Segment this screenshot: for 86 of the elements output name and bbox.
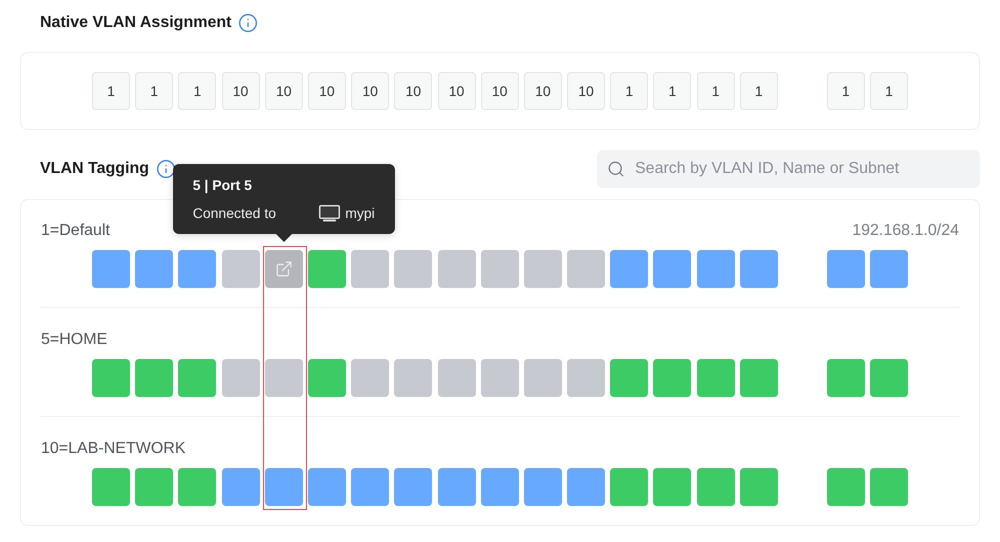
section-title: Native VLAN Assignment <box>40 13 232 33</box>
port-tile[interactable] <box>438 468 476 506</box>
port-tile[interactable] <box>351 250 390 288</box>
port-tile[interactable] <box>351 359 390 397</box>
port-tile[interactable] <box>264 359 303 397</box>
subnet-text: 192.168.1.0/24 <box>852 221 959 241</box>
port-tile[interactable] <box>870 359 908 397</box>
native-vlan-selector[interactable]: 10 <box>567 72 606 110</box>
port-tile[interactable] <box>222 468 260 506</box>
port-tile[interactable] <box>740 359 778 397</box>
port-tile[interactable] <box>524 359 562 397</box>
port-tile[interactable] <box>178 250 216 288</box>
port-tile[interactable] <box>178 359 216 397</box>
port-tile[interactable] <box>438 250 476 288</box>
port-tile[interactable] <box>653 359 692 397</box>
search-icon <box>607 160 625 178</box>
search-field[interactable]: Search by VLAN ID, Name or Subnet <box>597 150 980 188</box>
port-tile[interactable] <box>653 468 692 506</box>
native-vlan-selector[interactable]: 1 <box>92 72 130 110</box>
port-tile[interactable] <box>222 359 260 397</box>
port-tile[interactable] <box>92 468 130 506</box>
native-vlan-selector[interactable]: 1 <box>610 72 648 110</box>
native-vlan-selector[interactable]: 10 <box>524 72 562 110</box>
native-vlan-selector[interactable]: 1 <box>826 72 865 110</box>
port-tile[interactable] <box>135 359 174 397</box>
port-tile[interactable] <box>826 359 865 397</box>
port-tile[interactable] <box>480 359 519 397</box>
native-vlan-selector[interactable]: 1 <box>740 72 778 110</box>
port-tile[interactable] <box>394 359 432 397</box>
port-tile[interactable] <box>222 250 260 288</box>
port-tile[interactable] <box>308 250 346 288</box>
vlan-name: 10=LAB-NETWORK <box>41 439 186 459</box>
port-tile[interactable] <box>308 468 346 506</box>
port-tile[interactable] <box>826 250 865 288</box>
info-icon[interactable] <box>156 159 176 179</box>
port-tile[interactable] <box>92 359 130 397</box>
native-vlan-selector[interactable]: 10 <box>264 72 303 110</box>
section-title: VLAN Tagging <box>40 159 150 179</box>
port-tile[interactable] <box>135 468 174 506</box>
port-tile[interactable] <box>696 468 735 506</box>
port-tile[interactable] <box>870 468 908 506</box>
native-vlan-selector[interactable]: 10 <box>480 72 519 110</box>
port-tile[interactable] <box>92 250 130 288</box>
port-tile[interactable] <box>696 250 735 288</box>
vlan-name: 5=HOME <box>41 330 108 350</box>
port-tile[interactable] <box>653 250 692 288</box>
native-vlan-selector[interactable]: 10 <box>222 72 260 110</box>
monitor-icon <box>319 204 340 222</box>
port-tile[interactable] <box>610 359 648 397</box>
port-tile[interactable] <box>264 468 303 506</box>
port-tile[interactable] <box>740 468 778 506</box>
port-tile[interactable] <box>567 468 606 506</box>
port-tile[interactable] <box>264 250 303 288</box>
port-tile[interactable] <box>394 250 432 288</box>
port-tile[interactable] <box>567 250 606 288</box>
port-tile[interactable] <box>308 359 346 397</box>
port-tile[interactable] <box>567 359 606 397</box>
native-vlan-selector[interactable]: 10 <box>308 72 346 110</box>
native-vlan-selector[interactable]: 10 <box>394 72 432 110</box>
device-name: mypi <box>345 205 375 221</box>
port-tile[interactable] <box>394 468 432 506</box>
native-vlan-selector[interactable]: 10 <box>438 72 476 110</box>
native-vlan-selector[interactable]: 1 <box>135 72 174 110</box>
native-vlan-selector[interactable]: 10 <box>351 72 390 110</box>
port-tile[interactable] <box>826 468 865 506</box>
tooltip-title: 5 | Port 5 <box>192 177 253 193</box>
tooltip-label: Connected to <box>192 205 276 221</box>
port-tile[interactable] <box>870 250 908 288</box>
port-tile[interactable] <box>696 359 735 397</box>
port-tile[interactable] <box>524 250 562 288</box>
port-tile[interactable] <box>610 468 648 506</box>
external-link-icon <box>274 260 293 278</box>
native-vlan-selector[interactable]: 1 <box>696 72 735 110</box>
port-tile[interactable] <box>178 468 216 506</box>
port-tile[interactable] <box>351 468 390 506</box>
port-tile[interactable] <box>610 250 648 288</box>
native-vlan-selector[interactable]: 1 <box>178 72 216 110</box>
port-tile[interactable] <box>740 250 778 288</box>
native-vlan-selector[interactable]: 1 <box>870 72 908 110</box>
port-tile[interactable] <box>135 250 174 288</box>
vlan-name: 1=Default <box>41 221 110 241</box>
port-tile[interactable] <box>438 359 476 397</box>
native-vlan-selector[interactable]: 1 <box>653 72 692 110</box>
port-tile[interactable] <box>524 468 562 506</box>
port-tile[interactable] <box>480 468 519 506</box>
port-tile[interactable] <box>480 250 519 288</box>
